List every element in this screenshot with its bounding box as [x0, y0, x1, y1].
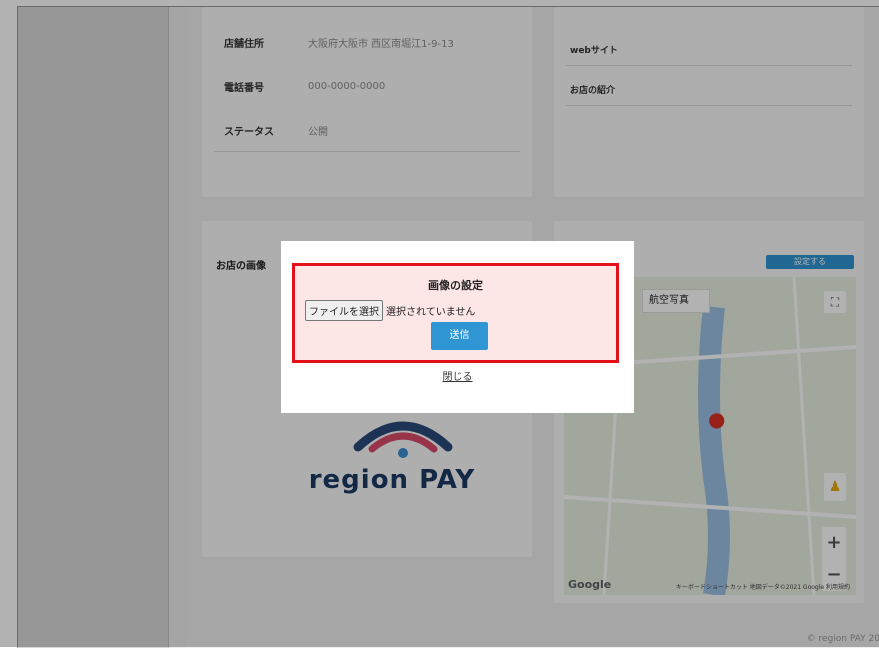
file-status-text: 選択されていません [386, 307, 476, 318]
highlight-box: 画像の設定 ファイルを選択 選択されていません 送信 [292, 263, 619, 363]
close-link[interactable]: 閉じる [281, 368, 634, 383]
choose-file-button[interactable]: ファイルを選択 [305, 300, 383, 321]
modal-title: 画像の設定 [428, 279, 483, 292]
image-settings-modal: 画像の設定 ファイルを選択 選択されていません 送信 閉じる [281, 241, 634, 413]
submit-button[interactable]: 送信 [431, 322, 488, 350]
file-input: ファイルを選択 選択されていません [305, 300, 475, 321]
